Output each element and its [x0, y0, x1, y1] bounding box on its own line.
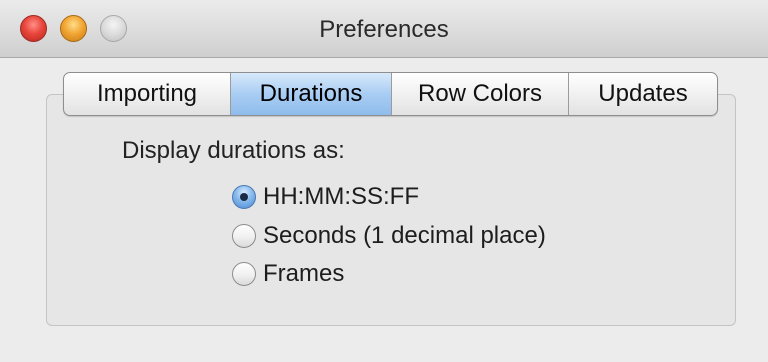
radio-option-frames[interactable]: Frames: [232, 259, 344, 289]
radio-label-seconds: Seconds (1 decimal place): [263, 222, 546, 249]
radio-label-frames: Frames: [263, 260, 345, 287]
display-durations-label: Display durations as:: [122, 137, 345, 164]
window-title: Preferences: [319, 16, 449, 43]
tab-row-colors[interactable]: Row Colors: [392, 73, 569, 115]
radio-button-seconds[interactable]: [232, 224, 256, 248]
title-bar[interactable]: Preferences: [0, 0, 768, 58]
tab-importing[interactable]: Importing: [64, 73, 231, 115]
preferences-tab-bar: Importing Durations Row Colors Updates: [63, 72, 718, 116]
preferences-window: Preferences Importing Durations Row Colo…: [0, 0, 768, 362]
radio-button-frames[interactable]: [232, 262, 256, 286]
radio-label-hhmmssff: HH:MM:SS:FF: [263, 183, 419, 210]
tab-durations[interactable]: Durations: [231, 73, 392, 115]
radio-button-hhmmssff[interactable]: [232, 185, 256, 209]
tab-updates[interactable]: Updates: [569, 73, 717, 115]
radio-option-hhmmssff[interactable]: HH:MM:SS:FF: [232, 182, 419, 212]
radio-selected-dot-icon: [240, 193, 248, 201]
radio-option-seconds[interactable]: Seconds (1 decimal place): [232, 221, 546, 251]
